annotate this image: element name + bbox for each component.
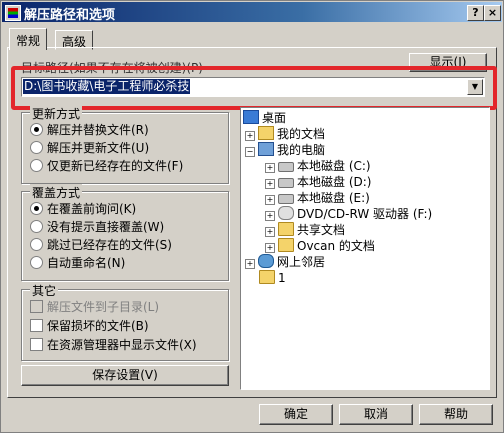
window-title: 解压路径和选项 (24, 8, 116, 23)
tab-general[interactable]: 常规 (9, 28, 48, 50)
tree-node-desktop[interactable]: 桌面 (243, 110, 286, 126)
radio-icon[interactable] (30, 159, 43, 172)
expand-icon[interactable]: + (245, 259, 255, 269)
update-option-existing[interactable]: 仅更新已经存在的文件(F) (30, 157, 183, 174)
help-title-button[interactable]: ? (467, 5, 484, 21)
tree-node-shared-docs[interactable]: + 共享文档 (265, 222, 345, 238)
desktop-icon (243, 110, 259, 124)
overwrite-option-rename[interactable]: 自动重命名(N) (30, 254, 125, 271)
option-label: 仅更新已经存在的文件(F) (47, 159, 184, 173)
radio-icon[interactable] (30, 238, 43, 251)
tree-node-label: 本地磁盘 (C:) (297, 159, 371, 173)
expand-icon[interactable]: + (265, 227, 275, 237)
overwrite-option-skip[interactable]: 跳过已经存在的文件(S) (30, 236, 172, 253)
tree-node-drive-e[interactable]: + 本地磁盘 (E:) (265, 190, 370, 206)
radio-icon[interactable] (30, 256, 43, 269)
app-icon (5, 5, 21, 21)
network-icon (258, 254, 274, 268)
misc-option-subfolder: 解压文件到子目录(L) (30, 298, 159, 315)
tree-node-drive-c[interactable]: + 本地磁盘 (C:) (265, 158, 371, 174)
tree-node-label: 本地磁盘 (E:) (297, 191, 370, 205)
expand-icon[interactable]: + (265, 243, 275, 253)
option-label: 解压并替换文件(R) (47, 123, 149, 137)
radio-icon[interactable] (30, 202, 43, 215)
update-mode-group: 更新方式 解压并替换文件(R) 解压并更新文件(U) 仅更新已经存在的文件(F) (21, 105, 229, 184)
radio-icon[interactable] (30, 220, 43, 233)
folder-icon (278, 222, 294, 236)
expand-icon[interactable]: + (265, 211, 275, 221)
tree-node-drive-f[interactable]: + DVD/CD-RW 驱动器 (F:) (265, 206, 432, 222)
close-button[interactable]: × (484, 5, 501, 21)
option-label: 保留损坏的文件(B) (47, 319, 149, 333)
option-label: 在覆盖前询问(K) (47, 202, 137, 216)
collapse-icon[interactable]: − (245, 147, 255, 157)
drive-icon (278, 178, 294, 188)
tree-node-label: Ovcan 的文档 (297, 239, 375, 253)
expand-icon[interactable]: + (245, 131, 255, 141)
tree-node-user-docs[interactable]: + Ovcan 的文档 (265, 238, 375, 254)
cd-drive-icon (278, 206, 294, 220)
overwrite-mode-group: 覆盖方式 在覆盖前询问(K) 没有提示直接覆盖(W) 跳过已经存在的文件(S) … (21, 184, 229, 281)
my-documents-icon (258, 126, 274, 140)
dialog-window: 解压路径和选项 ? × 常规 高级 目标路径(如果不存在将被创建)(P) 显示(… (0, 0, 504, 433)
save-settings-button[interactable]: 保存设置(V) (21, 365, 229, 386)
tree-node-my-computer[interactable]: − 我的电脑 (245, 142, 325, 158)
folder-tree[interactable]: 桌面 + 我的文档 − 我的电脑 + 本地磁盘 (C:) + 本地磁盘 (D:) + 本地… (240, 107, 490, 390)
radio-icon[interactable] (30, 141, 43, 154)
option-label: 解压文件到子目录(L) (47, 300, 160, 314)
tree-node-label: DVD/CD-RW 驱动器 (F:) (297, 207, 433, 221)
misc-title: 其它 (30, 282, 59, 299)
folder-icon (259, 270, 275, 284)
tree-node-folder-1[interactable]: 1 (259, 270, 286, 286)
checkbox-icon[interactable] (30, 319, 43, 332)
radio-icon[interactable] (30, 123, 43, 136)
misc-group: 其它 解压文件到子目录(L) 保留损坏的文件(B) 在资源管理器中显示文件(X) (21, 282, 229, 361)
tree-node-label: 网上邻居 (277, 255, 326, 269)
checkbox-icon[interactable] (30, 338, 43, 351)
option-label: 没有提示直接覆盖(W) (47, 220, 165, 234)
overwrite-option-ask[interactable]: 在覆盖前询问(K) (30, 200, 136, 217)
drive-icon (278, 162, 294, 172)
option-label: 跳过已经存在的文件(S) (47, 238, 172, 252)
tree-node-network[interactable]: + 网上邻居 (245, 254, 325, 270)
tree-node-label: 本地磁盘 (D:) (297, 175, 372, 189)
expand-icon[interactable]: + (265, 179, 275, 189)
tree-node-drive-d[interactable]: + 本地磁盘 (D:) (265, 174, 371, 190)
update-option-replace[interactable]: 解压并替换文件(R) (30, 121, 149, 138)
overwrite-mode-title: 覆盖方式 (30, 184, 83, 201)
update-option-update[interactable]: 解压并更新文件(U) (30, 139, 149, 156)
cancel-button[interactable]: 取消 (339, 404, 413, 425)
tree-node-label: 1 (278, 271, 286, 285)
title-bar: 解压路径和选项 ? × (2, 2, 502, 23)
tree-node-label: 我的文档 (277, 127, 326, 141)
tree-node-label: 我的电脑 (277, 143, 326, 157)
misc-option-keep-broken[interactable]: 保留损坏的文件(B) (30, 317, 149, 334)
red-highlight-box (11, 66, 497, 110)
expand-icon[interactable]: + (265, 163, 275, 173)
computer-icon (258, 142, 274, 156)
update-mode-title: 更新方式 (30, 105, 83, 122)
folder-icon (278, 238, 294, 252)
misc-option-show-in-explorer[interactable]: 在资源管理器中显示文件(X) (30, 336, 197, 353)
tree-node-label: 桌面 (262, 111, 287, 125)
tree-node-my-documents[interactable]: + 我的文档 (245, 126, 325, 142)
help-button[interactable]: 帮助 (419, 404, 493, 425)
tree-node-label: 共享文档 (297, 223, 346, 237)
option-label: 自动重命名(N) (47, 256, 126, 270)
overwrite-option-without-prompt[interactable]: 没有提示直接覆盖(W) (30, 218, 164, 235)
ok-button[interactable]: 确定 (259, 404, 333, 425)
checkbox-icon (30, 300, 43, 313)
expand-icon[interactable]: + (265, 195, 275, 205)
option-label: 在资源管理器中显示文件(X) (47, 338, 197, 352)
option-label: 解压并更新文件(U) (47, 141, 150, 155)
drive-icon (278, 194, 294, 204)
